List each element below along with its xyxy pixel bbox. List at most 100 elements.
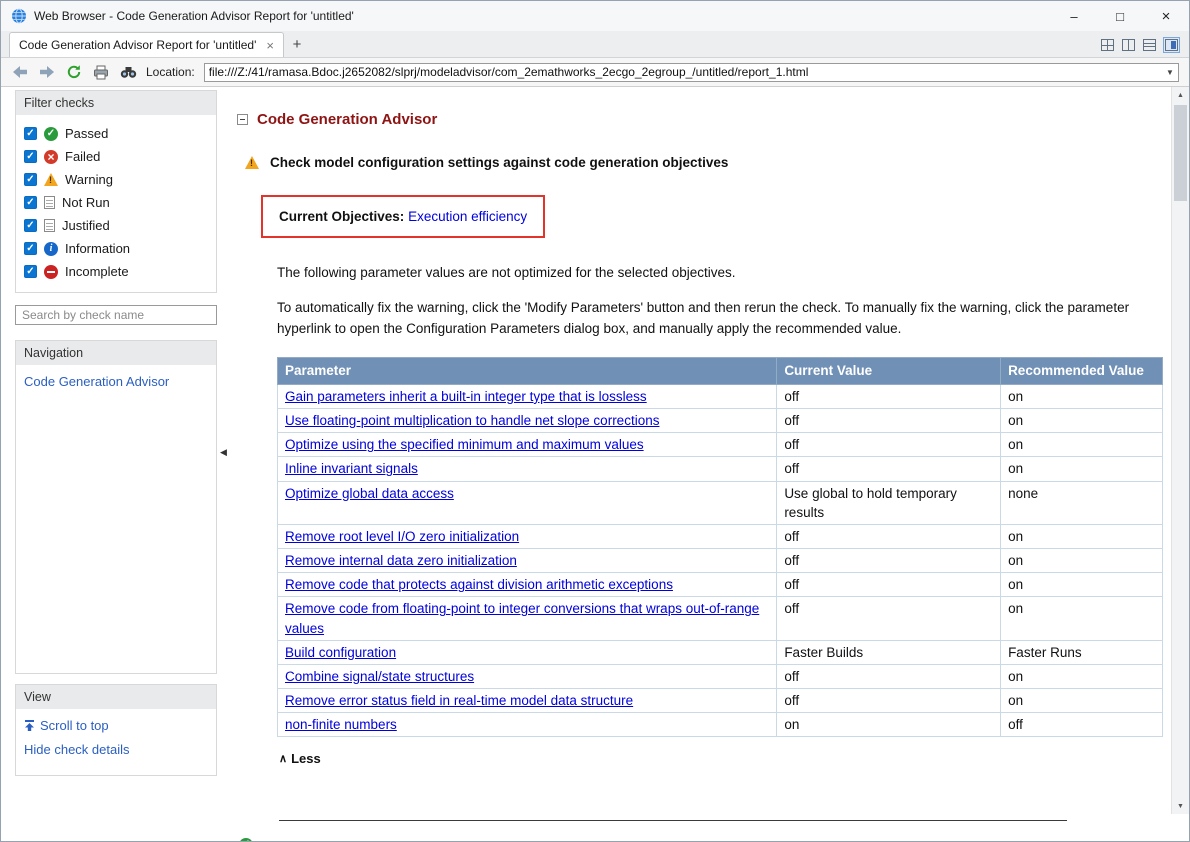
parameter-link[interactable]: Use floating-point multiplication to han… xyxy=(285,413,659,428)
parameter-link[interactable]: Optimize using the specified minimum and… xyxy=(285,437,644,452)
filter-label: Justified xyxy=(62,218,110,233)
current-value-cell: Use global to hold temporary results xyxy=(776,480,1002,525)
scrollbar-thumb[interactable] xyxy=(1174,105,1187,201)
less-label: Less xyxy=(291,751,321,767)
parameter-link[interactable]: Optimize global data access xyxy=(285,486,454,501)
table-row: Remove internal data zero initialization… xyxy=(276,548,1163,574)
titlebar: Web Browser - Code Generation Advisor Re… xyxy=(1,1,1189,31)
print-icon[interactable] xyxy=(92,63,110,81)
filter-label: Failed xyxy=(65,149,101,164)
filter-item-passed: Passed xyxy=(24,122,208,145)
current-value-cell: off xyxy=(776,383,1002,410)
recommended-value-cell: on xyxy=(1000,687,1163,714)
current-value-cell: off xyxy=(776,548,1002,574)
table-row: Remove error status field in real-time m… xyxy=(276,687,1163,714)
location-field: ▼ xyxy=(203,62,1179,82)
collapse-section-icon[interactable] xyxy=(237,114,248,125)
passed-checkbox[interactable] xyxy=(24,127,37,140)
collapse-caret-icon: ∧ xyxy=(279,753,288,766)
parameter-cell: Build configuration xyxy=(276,639,778,665)
vertical-scrollbar: ▲ ▼ xyxy=(1171,87,1189,814)
recommended-value-cell: none xyxy=(1000,480,1163,525)
parameter-cell: Optimize global data access xyxy=(276,480,778,525)
parameter-cell: Remove error status field in real-time m… xyxy=(276,687,778,714)
nav-link-code-generation-advisor[interactable]: Code Generation Advisor xyxy=(24,374,169,389)
filter-label: Information xyxy=(65,241,131,256)
location-label: Location: xyxy=(146,65,195,79)
forward-icon[interactable] xyxy=(38,63,56,81)
check-title: Check model configuration settings again… xyxy=(270,155,729,170)
scrollbar-up-button[interactable]: ▲ xyxy=(1172,87,1189,103)
parameter-link[interactable]: Gain parameters inherit a built-in integ… xyxy=(285,389,647,404)
section-title: Code Generation Advisor xyxy=(257,111,438,128)
warning-checkbox[interactable] xyxy=(24,173,37,186)
grid-layout-icon[interactable] xyxy=(1101,39,1114,51)
recommended-value-cell: on xyxy=(1000,548,1163,574)
parameter-link[interactable]: Remove error status field in real-time m… xyxy=(285,693,633,708)
main-area: Filter checks Passed Failed xyxy=(1,87,1189,841)
navigation-header: Navigation xyxy=(16,341,216,365)
table-header-row: Parameter Current Value Recommended Valu… xyxy=(276,356,1163,385)
parameter-link[interactable]: Remove root level I/O zero initializatio… xyxy=(285,529,519,544)
paragraph-summary: The following parameter values are not o… xyxy=(277,265,736,280)
split-horizontal-icon[interactable] xyxy=(1143,39,1156,51)
location-dropdown-icon[interactable]: ▼ xyxy=(1162,68,1178,77)
section-header: Code Generation Advisor xyxy=(237,111,1163,128)
back-icon[interactable] xyxy=(11,63,29,81)
not-run-checkbox[interactable] xyxy=(24,196,37,209)
information-icon xyxy=(44,241,58,256)
parameter-link[interactable]: Remove code from floating-point to integ… xyxy=(285,601,759,635)
sidebar: Filter checks Passed Failed xyxy=(1,87,225,841)
recommended-value-cell: on xyxy=(1000,523,1163,550)
table-row: Gain parameters inherit a built-in integ… xyxy=(276,383,1163,410)
scroll-to-top-link[interactable]: Scroll to top xyxy=(24,718,208,733)
close-button[interactable]: × xyxy=(1143,1,1189,31)
filter-label: Incomplete xyxy=(65,264,129,279)
maximize-button[interactable]: □ xyxy=(1097,1,1143,31)
window-title: Web Browser - Code Generation Advisor Re… xyxy=(34,9,354,23)
recommended-value-cell: off xyxy=(1000,712,1163,738)
parameter-link[interactable]: Remove internal data zero initialization xyxy=(285,553,517,568)
parameter-link[interactable]: Remove code that protects against divisi… xyxy=(285,577,673,592)
tab-close-icon[interactable]: × xyxy=(266,39,274,52)
tab-report[interactable]: Code Generation Advisor Report for 'unti… xyxy=(9,32,284,57)
filter-item-warning: Warning xyxy=(24,168,208,191)
split-vertical-icon[interactable] xyxy=(1122,39,1135,51)
single-pane-icon xyxy=(1165,39,1178,51)
scrollbar-down-button[interactable]: ▼ xyxy=(1172,798,1189,814)
new-tab-button[interactable]: + xyxy=(284,32,310,57)
parameter-link[interactable]: non-finite numbers xyxy=(285,717,397,732)
tab-label: Code Generation Advisor Report for 'unti… xyxy=(19,38,257,52)
filter-list: Passed Failed Warning xyxy=(16,115,216,292)
recommended-value-cell: on xyxy=(1000,383,1163,410)
filter-label: Passed xyxy=(65,126,109,141)
navigation-body: Code Generation Advisor xyxy=(16,365,216,673)
view-body: Scroll to top Hide check details xyxy=(16,709,216,775)
sidebar-collapse-icon[interactable]: ◀ xyxy=(220,447,227,458)
information-checkbox[interactable] xyxy=(24,242,37,255)
current-value-cell: on xyxy=(776,712,1002,738)
refresh-icon[interactable] xyxy=(65,63,83,81)
search-check-input[interactable] xyxy=(15,305,217,325)
failed-checkbox[interactable] xyxy=(24,150,37,163)
recommended-value-cell: on xyxy=(1000,408,1163,434)
parameter-cell: Combine signal/state structures xyxy=(276,663,778,690)
parameter-link[interactable]: Inline invariant signals xyxy=(285,461,418,476)
filter-item-not-run: Not Run xyxy=(24,191,208,214)
table-row: non-finite numbers on off xyxy=(276,712,1163,738)
incomplete-checkbox[interactable] xyxy=(24,265,37,278)
single-pane-layout-selected[interactable] xyxy=(1163,37,1180,53)
parameter-link[interactable]: Build configuration xyxy=(285,645,396,660)
location-input[interactable] xyxy=(204,65,1162,79)
justified-checkbox[interactable] xyxy=(24,219,37,232)
warning-icon xyxy=(245,156,259,169)
parameter-link[interactable]: Combine signal/state structures xyxy=(285,669,474,684)
parameter-cell: Remove code that protects against divisi… xyxy=(276,572,778,598)
find-icon[interactable] xyxy=(119,63,137,81)
minimize-button[interactable]: – xyxy=(1051,1,1097,31)
hide-check-details-link[interactable]: Hide check details xyxy=(24,742,208,757)
table-row: Use floating-point multiplication to han… xyxy=(276,408,1163,434)
objectives-value-link[interactable]: Execution efficiency xyxy=(408,209,527,224)
less-toggle[interactable]: ∧ Less xyxy=(279,751,321,766)
check-title-row: Check model configuration settings again… xyxy=(245,155,1163,170)
